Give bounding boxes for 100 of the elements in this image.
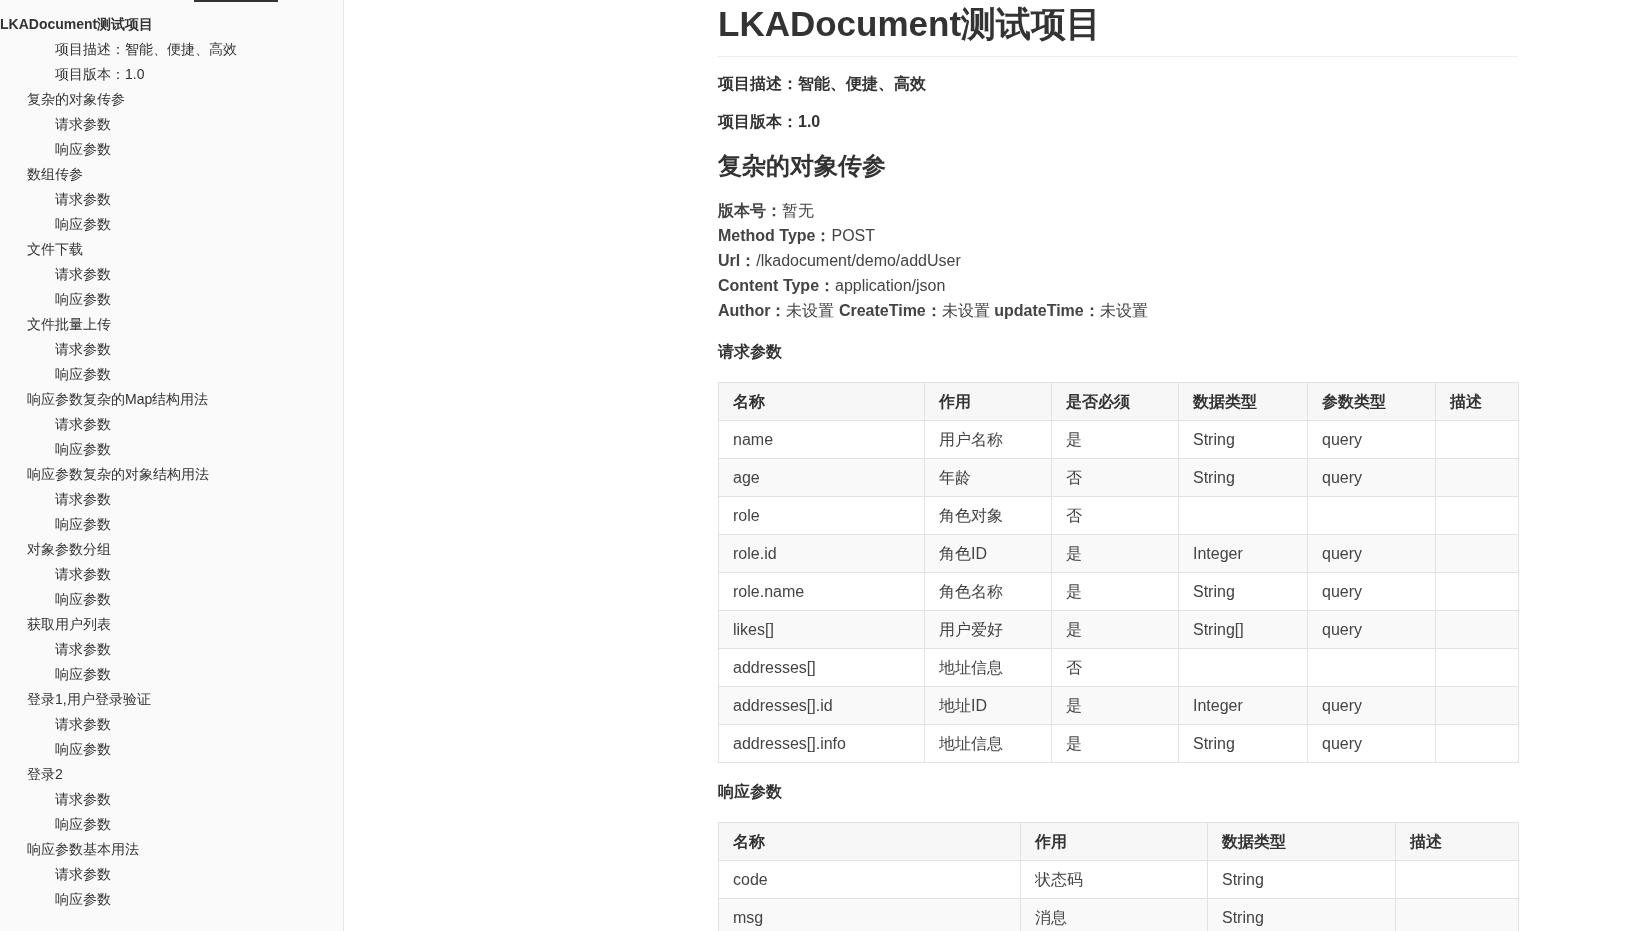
table-cell: query bbox=[1307, 572, 1436, 611]
table-cell: Integer bbox=[1178, 534, 1308, 573]
toc-title-link[interactable]: LKADocument测试项目 bbox=[0, 12, 154, 37]
info-line: Author：未设置 CreateTime：未设置 updateTime：未设置 bbox=[718, 301, 1149, 321]
table-cell: 否 bbox=[1051, 458, 1179, 497]
toc-link[interactable]: 响应参数复杂的Map结构用法 bbox=[27, 387, 209, 412]
toc-link[interactable]: 响应参数 bbox=[55, 362, 111, 387]
toc-link[interactable]: 响应参数 bbox=[55, 437, 111, 462]
toc-link[interactable]: 项目描述：智能、便捷、高效 bbox=[55, 37, 237, 62]
toc-link[interactable]: 响应参数 bbox=[55, 137, 111, 162]
table-cell: 地址信息 bbox=[924, 724, 1052, 763]
table-cell: 消息 bbox=[1020, 898, 1208, 931]
toc-link[interactable]: 请求参数 bbox=[55, 562, 111, 587]
toc-link[interactable]: 登录1,用户登录验证 bbox=[27, 687, 151, 712]
column-header: 是否必须 bbox=[1051, 382, 1179, 421]
toc-link[interactable]: 响应参数 bbox=[55, 512, 111, 537]
table-cell: 角色ID bbox=[924, 534, 1052, 573]
column-header: 名称 bbox=[718, 822, 1021, 861]
table-cell: 是 bbox=[1051, 610, 1179, 649]
column-header: 参数类型 bbox=[1307, 382, 1436, 421]
table-cell: 否 bbox=[1051, 496, 1179, 535]
table-cell: addresses[].id bbox=[718, 686, 925, 725]
table-cell: 是 bbox=[1051, 534, 1179, 573]
toc-link[interactable]: 文件批量上传 bbox=[27, 312, 111, 337]
table-cell: query bbox=[1307, 534, 1436, 573]
table-cell: query bbox=[1307, 420, 1436, 459]
table-cell: addresses[] bbox=[718, 648, 925, 687]
toc-link[interactable]: 复杂的对象传参 bbox=[27, 87, 125, 112]
info-line: Url：/lkadocument/demo/addUser bbox=[718, 251, 962, 271]
table-cell: String bbox=[1178, 458, 1308, 497]
table-cell: age bbox=[718, 458, 925, 497]
table-cell: 用户名称 bbox=[924, 420, 1052, 459]
table-cell: 状态码 bbox=[1020, 860, 1208, 899]
table-cell: String bbox=[1178, 724, 1308, 763]
table-cell: 是 bbox=[1051, 724, 1179, 763]
toc-link[interactable]: 请求参数 bbox=[55, 412, 111, 437]
table-cell: query bbox=[1307, 458, 1436, 497]
toc-link[interactable]: 文件下载 bbox=[27, 237, 83, 262]
table-cell: String[] bbox=[1178, 610, 1308, 649]
toc-link[interactable]: 响应参数 bbox=[55, 737, 111, 762]
table-cell: 角色名称 bbox=[924, 572, 1052, 611]
toc-link[interactable]: 登录2 bbox=[27, 762, 63, 787]
toc-link[interactable]: 响应参数复杂的对象结构用法 bbox=[27, 462, 209, 487]
toc-link[interactable]: 响应参数 bbox=[55, 887, 111, 912]
table-cell: 否 bbox=[1051, 648, 1179, 687]
toc-link[interactable]: 数组传参 bbox=[27, 162, 83, 187]
table-cell: name bbox=[718, 420, 925, 459]
toc-link[interactable]: 项目版本：1.0 bbox=[55, 62, 145, 87]
toc-link[interactable]: 响应参数 bbox=[55, 212, 111, 237]
table-cell: role.name bbox=[718, 572, 925, 611]
column-header: 描述 bbox=[1395, 822, 1519, 861]
table-cell: String bbox=[1178, 420, 1308, 459]
table-cell: String bbox=[1178, 572, 1308, 611]
toc-link[interactable]: 响应参数 bbox=[55, 587, 111, 612]
table-cell: likes[] bbox=[718, 610, 925, 649]
toc-link[interactable]: 对象参数分组 bbox=[27, 537, 111, 562]
table-cell: 地址ID bbox=[924, 686, 1052, 725]
summary-line: 项目描述：智能、便捷、高效 bbox=[718, 74, 927, 94]
table-cell: 角色对象 bbox=[924, 496, 1052, 535]
toc-link[interactable]: 请求参数 bbox=[55, 187, 111, 212]
section-title: 复杂的对象传参 bbox=[718, 151, 887, 181]
table-cell: code bbox=[718, 860, 1021, 899]
table-cell: addresses[].info bbox=[718, 724, 925, 763]
table-cell: role.id bbox=[718, 534, 925, 573]
table-cell: 是 bbox=[1051, 572, 1179, 611]
column-header: 作用 bbox=[1020, 822, 1208, 861]
toc-link[interactable]: 请求参数 bbox=[55, 712, 111, 737]
column-header: 名称 bbox=[718, 382, 925, 421]
table-cell: 地址信息 bbox=[924, 648, 1052, 687]
toc-link[interactable]: 获取用户列表 bbox=[27, 612, 111, 637]
toc-link[interactable]: 请求参数 bbox=[55, 637, 111, 662]
table-cell: query bbox=[1307, 724, 1436, 763]
toc-link[interactable]: 请求参数 bbox=[55, 862, 111, 887]
table-cell: 是 bbox=[1051, 686, 1179, 725]
table-cell: role bbox=[718, 496, 925, 535]
toc-link[interactable]: 请求参数 bbox=[55, 787, 111, 812]
info-line: Method Type：POST bbox=[718, 226, 877, 246]
toc-link[interactable]: 响应参数 bbox=[55, 287, 111, 312]
table-heading: 响应参数 bbox=[718, 782, 783, 802]
table-cell: String bbox=[1207, 860, 1396, 899]
table-cell: query bbox=[1307, 686, 1436, 725]
page-title: LKADocument测试项目 bbox=[718, 0, 1518, 57]
toc-link[interactable]: 请求参数 bbox=[55, 337, 111, 362]
table-cell: msg bbox=[718, 898, 1021, 931]
toc-link[interactable]: 请求参数 bbox=[55, 487, 111, 512]
table-cell: query bbox=[1307, 610, 1436, 649]
column-header: 数据类型 bbox=[1178, 382, 1308, 421]
table-heading: 请求参数 bbox=[718, 342, 783, 362]
toc-link[interactable]: 响应参数基本用法 bbox=[27, 837, 139, 862]
table-cell: String bbox=[1207, 898, 1396, 931]
table-cell: 年龄 bbox=[924, 458, 1052, 497]
toc-link[interactable]: 响应参数 bbox=[55, 812, 111, 837]
toc-link[interactable]: 请求参数 bbox=[55, 112, 111, 137]
column-header: 描述 bbox=[1435, 382, 1519, 421]
column-header: 作用 bbox=[924, 382, 1052, 421]
toc-link[interactable]: 请求参数 bbox=[55, 262, 111, 287]
table-cell: 是 bbox=[1051, 420, 1179, 459]
toc-link[interactable]: 响应参数 bbox=[55, 662, 111, 687]
table-cell: 用户爱好 bbox=[924, 610, 1052, 649]
column-header: 数据类型 bbox=[1207, 822, 1396, 861]
